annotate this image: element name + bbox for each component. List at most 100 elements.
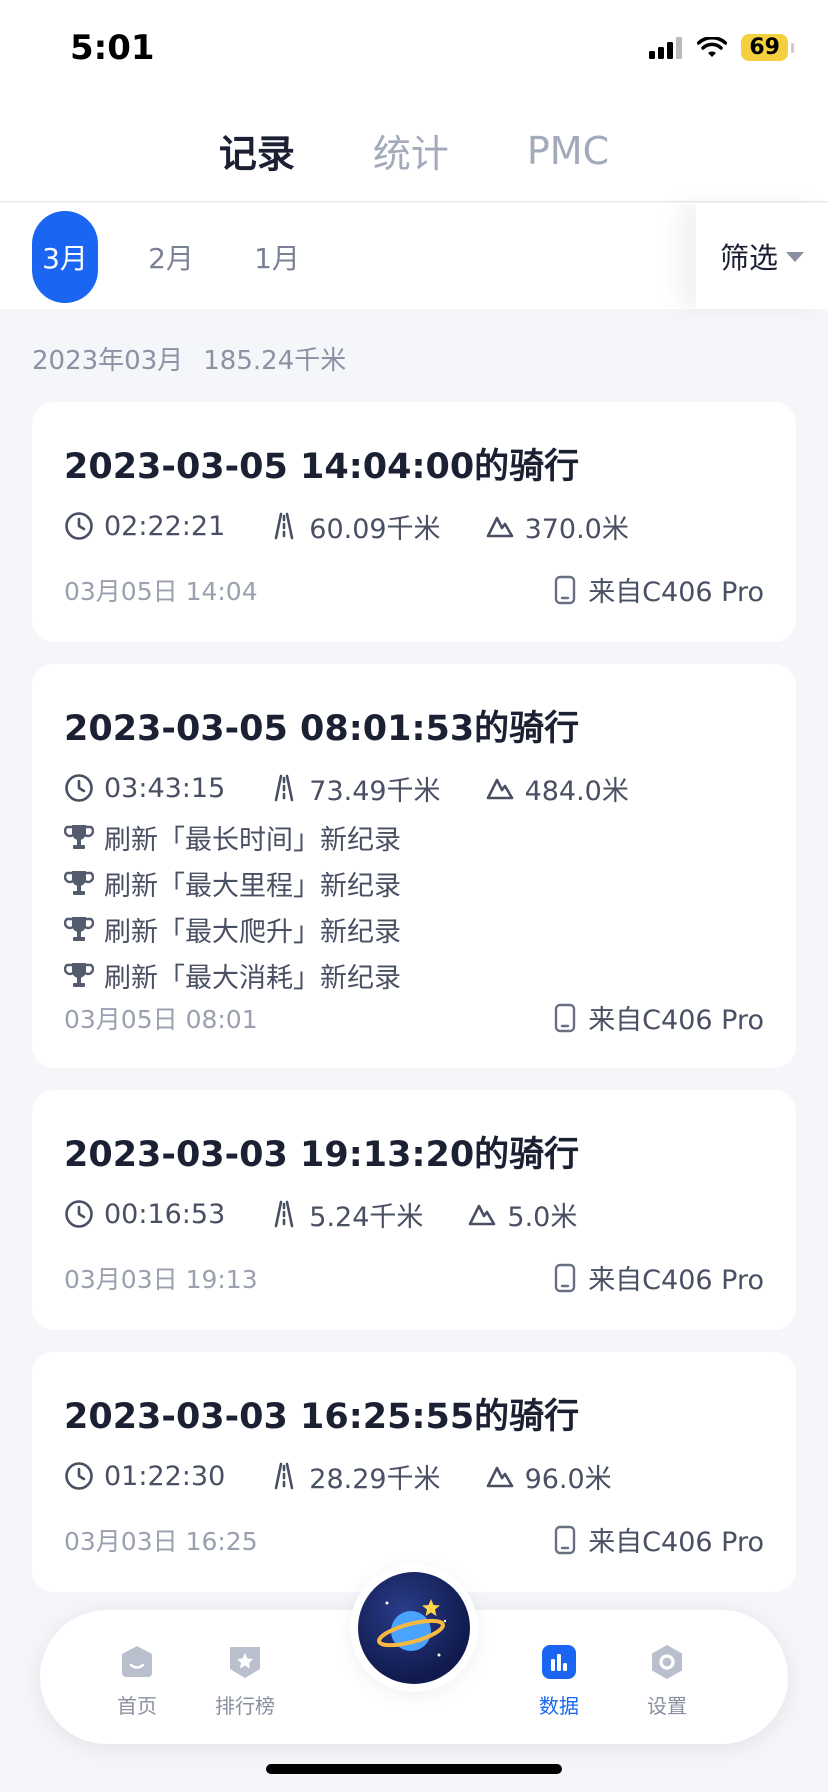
source-label: 来自C406 Pro xyxy=(588,1005,764,1036)
road-icon xyxy=(274,1200,294,1228)
ride-date: 03月03日 19:13 xyxy=(64,1265,258,1294)
summary-month: 2023年03月 xyxy=(32,346,184,376)
status-icons: 69 xyxy=(649,34,794,61)
center-planet-button[interactable] xyxy=(350,1564,478,1692)
ride-metrics: 03:43:15 73.49千米 484.0米 xyxy=(64,769,673,808)
top-tab-bar: 记录 统计 PMC xyxy=(0,100,828,202)
status-bar: 5:01 69 xyxy=(0,0,828,100)
ride-metrics: 02:22:21 60.09千米 370.0米 xyxy=(64,507,673,546)
source-label: 来自C406 Pro xyxy=(588,577,764,608)
trophy-icon xyxy=(64,825,94,849)
nav-label: 排行榜 xyxy=(215,1694,275,1718)
home-icon xyxy=(117,1642,157,1682)
month-pill-march[interactable]: 3月 xyxy=(32,211,98,303)
ride-distance: 73.49千米 xyxy=(269,769,441,808)
ride-climb: 5.0米 xyxy=(467,1195,577,1234)
status-time: 5:01 xyxy=(70,28,155,68)
distance-value: 60.09千米 xyxy=(309,513,441,545)
mountain-icon xyxy=(486,778,513,800)
ride-climb: 484.0米 xyxy=(485,769,629,808)
wifi-icon xyxy=(697,36,728,57)
ride-climb: 370.0米 xyxy=(485,507,629,546)
ride-card[interactable]: 2023-03-03 16:25:55的骑行 01:22:30 28.29千米 … xyxy=(32,1352,796,1592)
ride-card[interactable]: 2023-03-05 08:01:53的骑行 03:43:15 73.49千米 … xyxy=(32,664,796,1068)
ride-title: 2023-03-03 19:13:20的骑行 xyxy=(64,1135,580,1175)
ride-duration: 02:22:21 xyxy=(64,511,225,542)
device-icon xyxy=(554,1263,576,1292)
trophy-icon xyxy=(64,917,94,941)
climb-value: 370.0米 xyxy=(524,513,629,545)
record-item: 刷新「最长时间」新纪录 xyxy=(64,814,401,860)
nav-item-ranking[interactable]: 排行榜 xyxy=(200,1642,290,1719)
ride-source: 来自C406 Pro xyxy=(554,1520,764,1559)
climb-value: 96.0米 xyxy=(524,1463,612,1495)
filter-button[interactable]: 筛选 xyxy=(696,203,828,309)
ride-card[interactable]: 2023-03-03 19:13:20的骑行 00:16:53 5.24千米 5… xyxy=(32,1090,796,1330)
duration-value: 02:22:21 xyxy=(104,510,226,542)
settings-icon xyxy=(647,1642,687,1682)
tab-pmc[interactable]: PMC xyxy=(527,129,609,173)
mountain-icon xyxy=(486,516,513,538)
distance-value: 73.49千米 xyxy=(309,775,441,807)
mountain-icon xyxy=(486,1466,513,1488)
tab-statistics[interactable]: 统计 xyxy=(373,123,449,178)
ride-source: 来自C406 Pro xyxy=(554,998,764,1037)
road-icon xyxy=(274,512,294,540)
ride-climb: 96.0米 xyxy=(485,1457,612,1496)
ride-distance: 5.24千米 xyxy=(269,1195,423,1234)
ride-title: 2023-03-03 16:25:55的骑行 xyxy=(64,1397,580,1437)
record-item: 刷新「最大消耗」新纪录 xyxy=(64,952,401,998)
source-label: 来自C406 Pro xyxy=(588,1527,764,1558)
road-icon xyxy=(274,774,294,802)
distance-value: 5.24千米 xyxy=(309,1201,424,1233)
nav-item-settings[interactable]: 设置 xyxy=(622,1642,712,1719)
record-text: 刷新「最大里程」新纪录 xyxy=(104,870,401,902)
ride-card[interactable]: 2023-03-05 14:04:00的骑行 02:22:21 60.09千米 … xyxy=(32,402,796,642)
month-selector: 3月 2月 1月 筛选 xyxy=(0,203,828,309)
home-indicator xyxy=(266,1764,562,1774)
device-icon xyxy=(554,575,576,604)
month-summary: 2023年03月 185.24千米 xyxy=(32,340,346,377)
trophy-icon xyxy=(64,963,94,987)
planet-icon xyxy=(358,1572,470,1684)
duration-value: 01:22:30 xyxy=(104,1460,226,1492)
filter-label: 筛选 xyxy=(719,241,778,275)
tab-records[interactable]: 记录 xyxy=(219,123,295,178)
duration-value: 03:43:15 xyxy=(104,772,226,804)
device-icon xyxy=(554,1525,576,1554)
road-icon xyxy=(274,1462,294,1490)
ride-date: 03月05日 08:01 xyxy=(64,1005,258,1034)
record-item: 刷新「最大爬升」新纪录 xyxy=(64,906,401,952)
ranking-icon xyxy=(225,1642,265,1682)
cellular-signal-icon xyxy=(649,36,683,59)
ride-distance: 60.09千米 xyxy=(269,507,441,546)
battery-indicator: 69 xyxy=(741,34,794,61)
ride-date: 03月05日 14:04 xyxy=(64,577,258,606)
nav-label: 设置 xyxy=(647,1694,687,1718)
ride-date: 03月03日 16:25 xyxy=(64,1527,258,1556)
source-label: 来自C406 Pro xyxy=(588,1265,764,1296)
data-icon xyxy=(539,1642,579,1682)
clock-icon xyxy=(65,512,93,540)
nav-item-data[interactable]: 数据 xyxy=(514,1642,604,1719)
month-pill-february[interactable]: 2月 xyxy=(138,211,204,303)
climb-value: 484.0米 xyxy=(524,775,629,807)
ride-title: 2023-03-05 08:01:53的骑行 xyxy=(64,709,580,749)
ride-duration: 01:22:30 xyxy=(64,1461,225,1492)
record-text: 刷新「最长时间」新纪录 xyxy=(104,824,401,856)
ride-duration: 03:43:15 xyxy=(64,773,225,804)
ride-metrics: 01:22:30 28.29千米 96.0米 xyxy=(64,1457,656,1496)
month-pill-january[interactable]: 1月 xyxy=(244,211,310,303)
ride-source: 来自C406 Pro xyxy=(554,570,764,609)
ride-metrics: 00:16:53 5.24千米 5.0米 xyxy=(64,1195,621,1234)
clock-icon xyxy=(65,774,93,802)
ride-source: 来自C406 Pro xyxy=(554,1258,764,1297)
record-item: 刷新「最大里程」新纪录 xyxy=(64,860,401,906)
nav-label: 数据 xyxy=(539,1694,579,1718)
nav-item-home[interactable]: 首页 xyxy=(92,1642,182,1719)
device-icon xyxy=(554,1003,576,1032)
record-text: 刷新「最大爬升」新纪录 xyxy=(104,916,401,948)
nav-label: 首页 xyxy=(117,1694,157,1718)
trophy-icon xyxy=(64,871,94,895)
mountain-icon xyxy=(469,1204,496,1226)
